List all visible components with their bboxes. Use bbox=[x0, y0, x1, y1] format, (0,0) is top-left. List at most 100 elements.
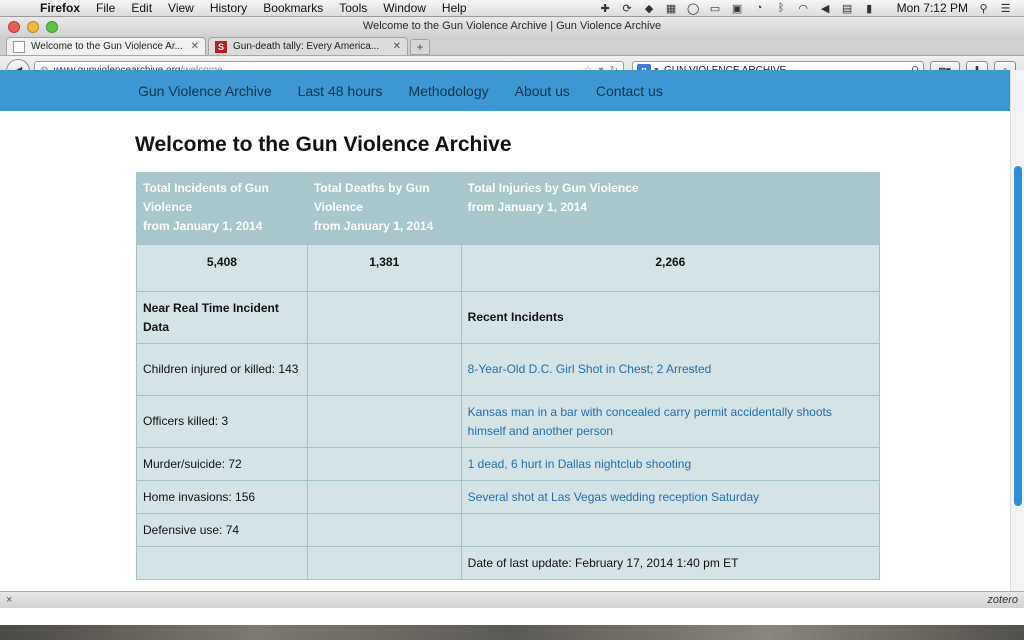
new-tab-button[interactable]: + bbox=[410, 39, 430, 55]
notification-center-icon[interactable]: ☰ bbox=[999, 2, 1012, 15]
minimize-window-button[interactable] bbox=[27, 21, 39, 33]
message-icon[interactable]: ▭ bbox=[709, 2, 722, 15]
recent-incidents-heading: Recent Incidents bbox=[460, 291, 881, 344]
incidents-label: Total Incidents of Gun Violence bbox=[143, 181, 269, 214]
incident-cell: 8-Year-Old D.C. Girl Shot in Chest; 2 Ar… bbox=[460, 343, 881, 396]
wifi-icon[interactable]: ◠ bbox=[797, 2, 810, 15]
incident-cell: 1 dead, 6 hurt in Dallas nightclub shoot… bbox=[460, 447, 881, 481]
status-icons: ✚ ⟳ ◆ ▦ ◯ ▭ ▣ ◔ ᛒ ◠ ◀ ▤ ▮ Mon 7:12 PM ⚲ … bbox=[599, 1, 1024, 15]
window-titlebar: Welcome to the Gun Violence Archive | Gu… bbox=[0, 17, 1024, 36]
volume-icon[interactable]: ◀ bbox=[819, 2, 832, 15]
table-row: Date of last update: February 17, 2014 1… bbox=[136, 546, 881, 580]
desktop-background bbox=[0, 625, 1024, 640]
menu-file[interactable]: File bbox=[88, 0, 123, 17]
menu-tools[interactable]: Tools bbox=[331, 0, 375, 17]
empty-cell bbox=[306, 513, 462, 547]
menu-window[interactable]: Window bbox=[375, 0, 434, 17]
stat-home-invasions: Home invasions: 156 bbox=[136, 480, 308, 514]
bluetooth-icon[interactable]: ᛒ bbox=[775, 2, 788, 14]
header-deaths: Total Deaths by Gun Violence from January… bbox=[306, 172, 462, 245]
archive-table: Total Incidents of Gun Violence from Janu… bbox=[136, 172, 881, 580]
nav-link-contact-us[interactable]: Contact us bbox=[596, 83, 663, 99]
menu-history[interactable]: History bbox=[202, 0, 255, 17]
nav-link-about-us[interactable]: About us bbox=[515, 83, 570, 99]
close-addon-bar-icon[interactable]: × bbox=[6, 594, 12, 606]
incident-link[interactable]: Kansas man in a bar with concealed carry… bbox=[468, 405, 832, 438]
totals-row: 5,408 1,381 2,266 bbox=[136, 244, 881, 292]
deaths-label: Total Deaths by Gun Violence bbox=[313, 181, 430, 214]
battery-icon[interactable]: ▮ bbox=[863, 2, 876, 15]
incidents-value: 5,408 bbox=[136, 244, 308, 292]
menu-edit[interactable]: Edit bbox=[123, 0, 160, 17]
incident-link[interactable]: 1 dead, 6 hurt in Dallas nightclub shoot… bbox=[468, 457, 691, 471]
dropbox-icon[interactable]: ◆ bbox=[643, 2, 656, 15]
header-injuries: Total Injuries by Gun Violence from Janua… bbox=[460, 172, 881, 245]
display-icon[interactable]: ▣ bbox=[731, 2, 744, 15]
tab-title: Gun-death tally: Every America... bbox=[233, 41, 380, 52]
empty-cell bbox=[306, 395, 462, 448]
table-row: Officers killed: 3 Kansas man in a bar w… bbox=[136, 395, 881, 448]
table-header-row: Total Incidents of Gun Violence from Janu… bbox=[136, 172, 881, 245]
tab-gun-violence-archive[interactable]: Welcome to the Gun Violence Ar... ✕ bbox=[6, 37, 206, 55]
table-row: Children injured or killed: 143 8-Year-O… bbox=[136, 343, 881, 396]
empty-cell bbox=[306, 291, 462, 344]
chat-icon[interactable]: ◯ bbox=[687, 2, 700, 15]
incident-cell: Kansas man in a bar with concealed carry… bbox=[460, 395, 881, 448]
tab-gun-death-tally[interactable]: S Gun-death tally: Every America... ✕ bbox=[208, 37, 408, 55]
spotlight-icon[interactable]: ⚲ bbox=[977, 2, 990, 15]
tab-title: Welcome to the Gun Violence Ar... bbox=[31, 41, 183, 52]
injuries-value: 2,266 bbox=[460, 244, 881, 292]
status-bar: × zotero bbox=[0, 591, 1024, 608]
page-title: Welcome to the Gun Violence Archive bbox=[135, 133, 512, 156]
close-window-button[interactable] bbox=[8, 21, 20, 33]
window-controls bbox=[8, 21, 58, 33]
empty-cell bbox=[306, 343, 462, 396]
sync-icon[interactable]: ⟳ bbox=[621, 2, 634, 15]
table-row: Murder/suicide: 72 1 dead, 6 hurt in Dal… bbox=[136, 447, 881, 481]
scrollbar-thumb[interactable] bbox=[1014, 166, 1022, 506]
time-machine-icon[interactable]: ◔ bbox=[753, 2, 766, 14]
menu-bar: Firefox File Edit View History Bookmarks… bbox=[0, 0, 1024, 17]
realtime-heading: Near Real Time Incident Data bbox=[136, 291, 308, 344]
empty-cell bbox=[460, 513, 881, 547]
menu-view[interactable]: View bbox=[160, 0, 202, 17]
page-icon bbox=[13, 40, 25, 53]
empty-cell bbox=[306, 447, 462, 481]
plus-icon[interactable]: ✚ bbox=[599, 2, 612, 15]
stat-murder-suicide: Murder/suicide: 72 bbox=[136, 447, 308, 481]
close-icon[interactable]: ✕ bbox=[393, 41, 401, 52]
table-row: Home invasions: 156 Several shot at Las … bbox=[136, 480, 881, 514]
deaths-since: from January 1, 2014 bbox=[313, 219, 434, 233]
nav-link-methodology[interactable]: Methodology bbox=[408, 83, 488, 99]
zotero-button[interactable]: zotero bbox=[987, 594, 1018, 606]
incident-link[interactable]: 8-Year-Old D.C. Girl Shot in Chest; 2 Ar… bbox=[468, 362, 712, 376]
close-icon[interactable]: ✕ bbox=[191, 41, 199, 52]
menubar-clock[interactable]: Mon 7:12 PM bbox=[897, 1, 968, 15]
stat-children: Children injured or killed: 143 bbox=[136, 343, 308, 396]
injuries-label: Total Injuries by Gun Violence bbox=[467, 181, 639, 195]
menu-help[interactable]: Help bbox=[434, 0, 475, 17]
slate-icon: S bbox=[215, 40, 227, 53]
table-row: Near Real Time Incident Data Recent Inci… bbox=[136, 291, 881, 344]
incidents-since: from January 1, 2014 bbox=[143, 219, 263, 233]
stat-defensive-use: Defensive use: 74 bbox=[136, 513, 308, 547]
nav-link-last-48-hours[interactable]: Last 48 hours bbox=[298, 83, 383, 99]
table-row: Defensive use: 74 bbox=[136, 513, 881, 547]
last-update: Date of last update: February 17, 2014 1… bbox=[460, 546, 881, 580]
empty-cell bbox=[306, 546, 462, 580]
tab-strip: Welcome to the Gun Violence Ar... ✕ S Gu… bbox=[0, 36, 1024, 56]
calendar-icon[interactable]: ▤ bbox=[841, 2, 854, 15]
empty-cell bbox=[306, 480, 462, 514]
vertical-scrollbar[interactable] bbox=[1010, 70, 1024, 591]
incident-link[interactable]: Several shot at Las Vegas wedding recept… bbox=[468, 490, 760, 504]
menu-bookmarks[interactable]: Bookmarks bbox=[255, 0, 331, 17]
site-navigation: Gun Violence Archive Last 48 hours Metho… bbox=[0, 70, 1010, 111]
menu-app-name[interactable]: Firefox bbox=[34, 0, 88, 17]
zoom-window-button[interactable] bbox=[46, 21, 58, 33]
nav-link-home[interactable]: Gun Violence Archive bbox=[138, 83, 272, 99]
injuries-since: from January 1, 2014 bbox=[467, 200, 588, 214]
empty-cell bbox=[136, 546, 308, 580]
grid-icon[interactable]: ▦ bbox=[665, 2, 678, 15]
header-incidents: Total Incidents of Gun Violence from Janu… bbox=[136, 172, 308, 245]
window-title: Welcome to the Gun Violence Archive | Gu… bbox=[362, 20, 662, 32]
